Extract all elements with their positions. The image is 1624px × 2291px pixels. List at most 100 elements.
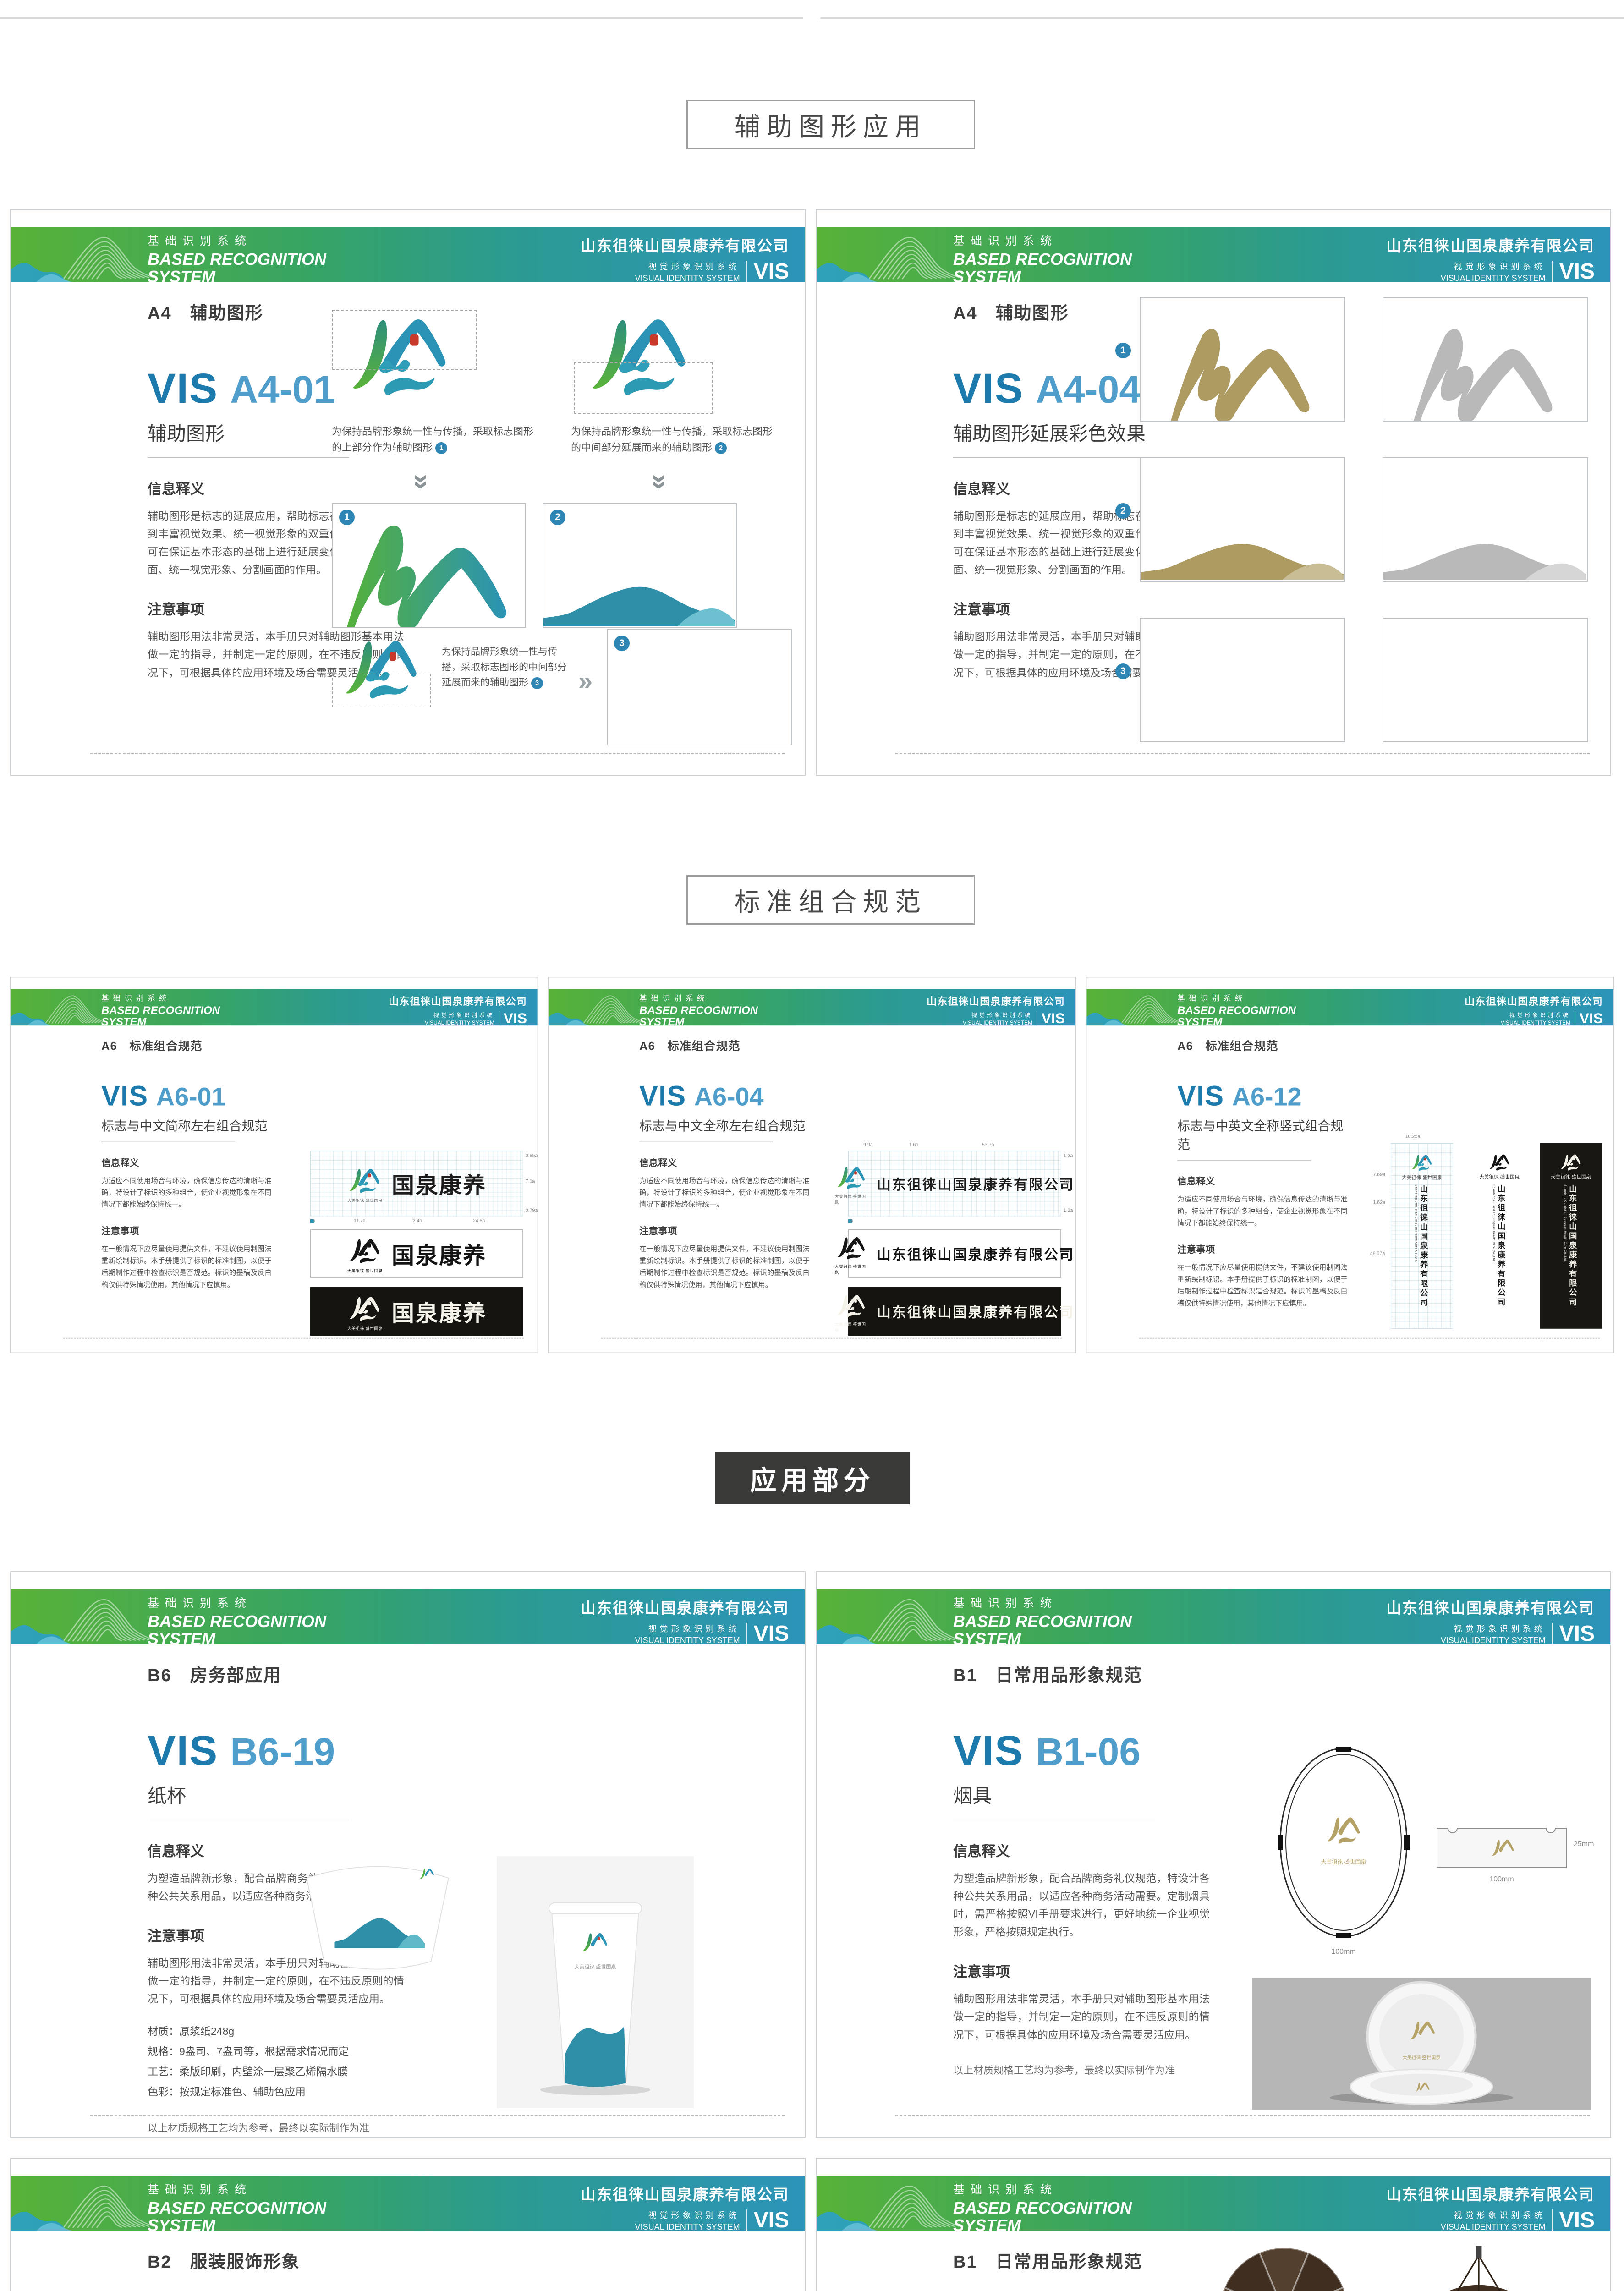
dimension-label: 100mm	[1489, 1875, 1514, 1883]
brand-tagline: 大美徂徕 盛世国泉	[834, 1264, 866, 1275]
section-title-auxiliary-graphics: 辅助图形应用	[686, 100, 975, 149]
step-number-badge: 2	[1115, 503, 1131, 519]
slide-content-area: 为保持品牌形象统一性与传播，采取标志图形的上部分作为辅助图形 1 为保持品牌形象统…	[11, 210, 805, 775]
slide-content-area: 大美徂徕 盛世国泉 山东徂徕山国泉康养有限公司 大美徂徕 盛世国泉 山东徂徕山国…	[549, 977, 1075, 1352]
slide-content-area: 大美徂徕 盛世国泉 山东徂徕山国泉康养有限公司 Shandong Culaish…	[1086, 977, 1613, 1352]
vertical-logo-combo: 大美徂徕 盛世国泉 山东徂徕山国泉康养有限公司 Shandong Culaish…	[1540, 1143, 1602, 1329]
cup-sleeve-diecut	[306, 1866, 449, 1970]
vertical-logo-combo: 大美徂徕 盛世国泉 山东徂徕山国泉康养有限公司 Shandong Culaish…	[1390, 1143, 1453, 1329]
contour-mountain-graphic	[1399, 741, 1571, 742]
brand-logo	[837, 1294, 865, 1317]
logo-combo-grid: 大美徂徕 盛世国泉 山东徂徕山国泉康养有限公司	[835, 1151, 1073, 1217]
vis-slide-b6-19: 基础识别系统 BASED RECOGNITION SYSTEM 山东徂徕山国泉康养…	[10, 1571, 806, 2138]
logo-combo-white-on-black: 大美徂徕 盛世国泉 山东徂徕山国泉康养有限公司	[835, 1287, 1073, 1336]
dimension-label: 24.8a	[472, 1218, 485, 1224]
logo-combo-white-on-black: 大美徂徕 盛世国泉 国泉康养	[310, 1287, 523, 1336]
contour-mountain-graphic	[1157, 741, 1328, 742]
slide-page: 基础识别系统 BASED RECOGNITION SYSTEM 山东徂徕山国泉康养…	[816, 2158, 1611, 2291]
section-title-text: 标准组合规范	[735, 887, 927, 916]
aux-hills-shape	[1141, 544, 1344, 580]
dimension-label: 57.7a	[982, 1142, 994, 1148]
vis-slide-a6-12: 基础识别系统 BASED RECOGNITION SYSTEM 山东徂徕山国泉康养…	[1086, 977, 1614, 1353]
brand-logo	[1411, 1155, 1432, 1171]
section-title-text: 辅助图形应用	[735, 112, 927, 141]
step-number-badge: 2	[550, 510, 565, 525]
aux-mountain-shape	[347, 525, 506, 627]
step-number-badge: 3	[531, 677, 543, 689]
aux-color-variant-box	[1383, 618, 1588, 742]
slide-page: 基础识别系统 BASED RECOGNITION SYSTEM 山东徂徕山国泉康养…	[1086, 977, 1614, 1353]
vis-slide-b1-06-ashtray: 基础识别系统 BASED RECOGNITION SYSTEM 山东徂徕山国泉康养…	[816, 1571, 1611, 2138]
aux-color-variant-box	[1140, 297, 1345, 422]
logo-combo-black-on-white: 大美徂徕 盛世国泉 山东徂徕山国泉康养有限公司	[835, 1229, 1073, 1278]
brand-tagline: 大美徂徕 盛世国泉	[347, 1198, 383, 1203]
step-number-badge: 2	[715, 442, 727, 455]
ashtray-top-diagram: 大美徂徕 盛世国泉	[1278, 1747, 1410, 1938]
umbrella-side-view	[1448, 2246, 1509, 2291]
derivation-caption: 为保持品牌形象统一性与传播，采取标志图形的中间部分延展而来的辅助图形 3	[442, 644, 572, 691]
logo-combo-black-on-white: 大美徂徕 盛世国泉 国泉康养	[310, 1229, 523, 1278]
dimension-label: 25mm	[1574, 1840, 1594, 1848]
slide-content-area: 大美徂徕 盛世国泉 100mm 25mm 100mm 大美徂徕 盛世国泉	[817, 1572, 1610, 2137]
derivation-caption: 为保持品牌形象统一性与传播，采取标志图形的上部分作为辅助图形 1	[332, 423, 536, 455]
section-title-application: 应用部分	[715, 1452, 910, 1504]
brand-tagline: 大美徂徕 盛世国泉	[1479, 1175, 1520, 1180]
dimension-label: 7.69a	[1373, 1172, 1386, 1178]
extract-highlight-middle	[574, 362, 713, 414]
brand-tagline: 大美徂徕 盛世国泉	[347, 1268, 383, 1273]
top-divider-right	[820, 17, 1624, 19]
arrow-right-icon: »	[578, 666, 593, 695]
svg-text:大美徂徕 盛世国泉: 大美徂徕 盛世国泉	[575, 1963, 616, 1970]
slide-content-area: 大美徂徕 盛世国泉 国泉康养 大美徂徕 盛世国泉 国泉康养 大美徂徕 盛世国泉 …	[11, 977, 538, 1352]
brand-tagline: 大美徂徕 盛世国泉	[1401, 1175, 1442, 1180]
dimension-label: a	[850, 1218, 853, 1224]
step-number-badge: 1	[435, 442, 448, 455]
brand-tagline: 大美徂徕 盛世国泉	[1551, 1175, 1591, 1180]
dimension-label: a	[312, 1218, 315, 1224]
vis-slide-a4-04: 基础识别系统 BASED RECOGNITION SYSTEM 山东徂徕山国泉康养…	[816, 209, 1611, 776]
dimension-label: 1.2a	[1063, 1153, 1073, 1159]
dimension-label: 100mm	[1331, 1948, 1356, 1956]
ashtray-photo: 大美徂徕 盛世国泉	[1252, 1978, 1591, 2110]
section-title-text: 应用部分	[750, 1465, 875, 1496]
brand-logo	[837, 1167, 865, 1189]
slide-content-area	[11, 2159, 805, 2291]
vis-slide-a6-01: 基础识别系统 BASED RECOGNITION SYSTEM 山东徂徕山国泉康养…	[10, 977, 538, 1353]
slide-page: 基础识别系统 BASED RECOGNITION SYSTEM 山东徂徕山国泉康养…	[816, 209, 1611, 776]
brand-tagline: 大美徂徕 盛世国泉	[834, 1321, 866, 1332]
slide-page: 基础识别系统 BASED RECOGNITION SYSTEM 山东徂徕山国泉康养…	[10, 1571, 806, 2138]
vertical-logo-combo: 大美徂徕 盛世国泉 山东徂徕山国泉康养有限公司 Shandong Culaish…	[1468, 1143, 1531, 1329]
slide-content-area	[817, 2159, 1610, 2291]
dimension-label: 1.62a	[1373, 1200, 1386, 1206]
brand-tagline: 大美徂徕 盛世国泉	[347, 1326, 383, 1331]
brand-logo	[350, 1168, 379, 1193]
aux-mountain-shape	[1414, 329, 1553, 421]
vis-slide-b1-06-umbrella: 基础识别系统 BASED RECOGNITION SYSTEM 山东徂徕山国泉康养…	[816, 2158, 1611, 2291]
company-name-en-vertical: Shandong Culaishan Guoquan Health Care C…	[1415, 1184, 1418, 1262]
step-number-badge: 1	[1115, 343, 1131, 358]
aux-hills-shape	[543, 586, 735, 626]
arrow-down-icon: »	[406, 474, 438, 490]
company-name-vertical: 山东徂徕山国泉康养有限公司	[1568, 1184, 1577, 1307]
dimension-label: 2.4a	[412, 1218, 422, 1224]
brand-logo	[1560, 1154, 1580, 1171]
slide-page: 基础识别系统 BASED RECOGNITION SYSTEM 山东徂徕山国泉康养…	[10, 2158, 806, 2291]
company-name-en-vertical: Shandong Culaishan Guoquan Health Care C…	[1492, 1184, 1496, 1262]
dimension-label: 6a	[1063, 1178, 1069, 1184]
vi-manual-showcase-page: 辅助图形应用 标准组合规范 应用部分 基础识别系统 BASED RECOGNIT…	[0, 0, 1624, 2291]
umbrella-top-view	[1222, 2247, 1346, 2291]
company-name-vertical: 山东徂徕山国泉康养有限公司	[1496, 1184, 1506, 1307]
section-title-standard-combination: 标准组合规范	[686, 875, 975, 925]
aux-mountain-shape	[1171, 329, 1310, 421]
vis-slide-b2-01: 基础识别系统 BASED RECOGNITION SYSTEM 山东徂徕山国泉康养…	[10, 2158, 806, 2291]
brand-logo	[1489, 1154, 1509, 1171]
aux-color-variant-box	[1140, 457, 1345, 582]
dimension-label: 1.6a	[909, 1142, 919, 1148]
aux-color-variant-box	[1140, 618, 1345, 742]
top-divider-left	[0, 17, 803, 19]
brand-logo	[837, 1237, 865, 1259]
brand-calligraphy-text: 国泉康养	[391, 1243, 487, 1269]
brand-logo	[350, 1297, 379, 1321]
aux-hills-shape	[1383, 544, 1586, 580]
slide-page: 基础识别系统 BASED RECOGNITION SYSTEM 山东徂徕山国泉康养…	[10, 977, 538, 1353]
